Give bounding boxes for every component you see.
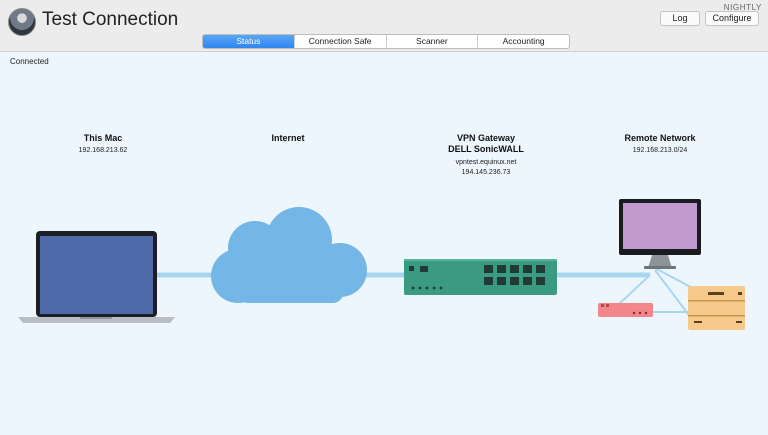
cloud-icon (211, 207, 367, 303)
monitor-icon (619, 199, 701, 269)
server-icon (688, 286, 745, 330)
network-diagram (18, 199, 745, 331)
laptop-icon (18, 231, 175, 323)
link-monitor-router (617, 274, 651, 306)
router-icon (598, 303, 653, 317)
gateway-appliance-icon (404, 259, 557, 295)
